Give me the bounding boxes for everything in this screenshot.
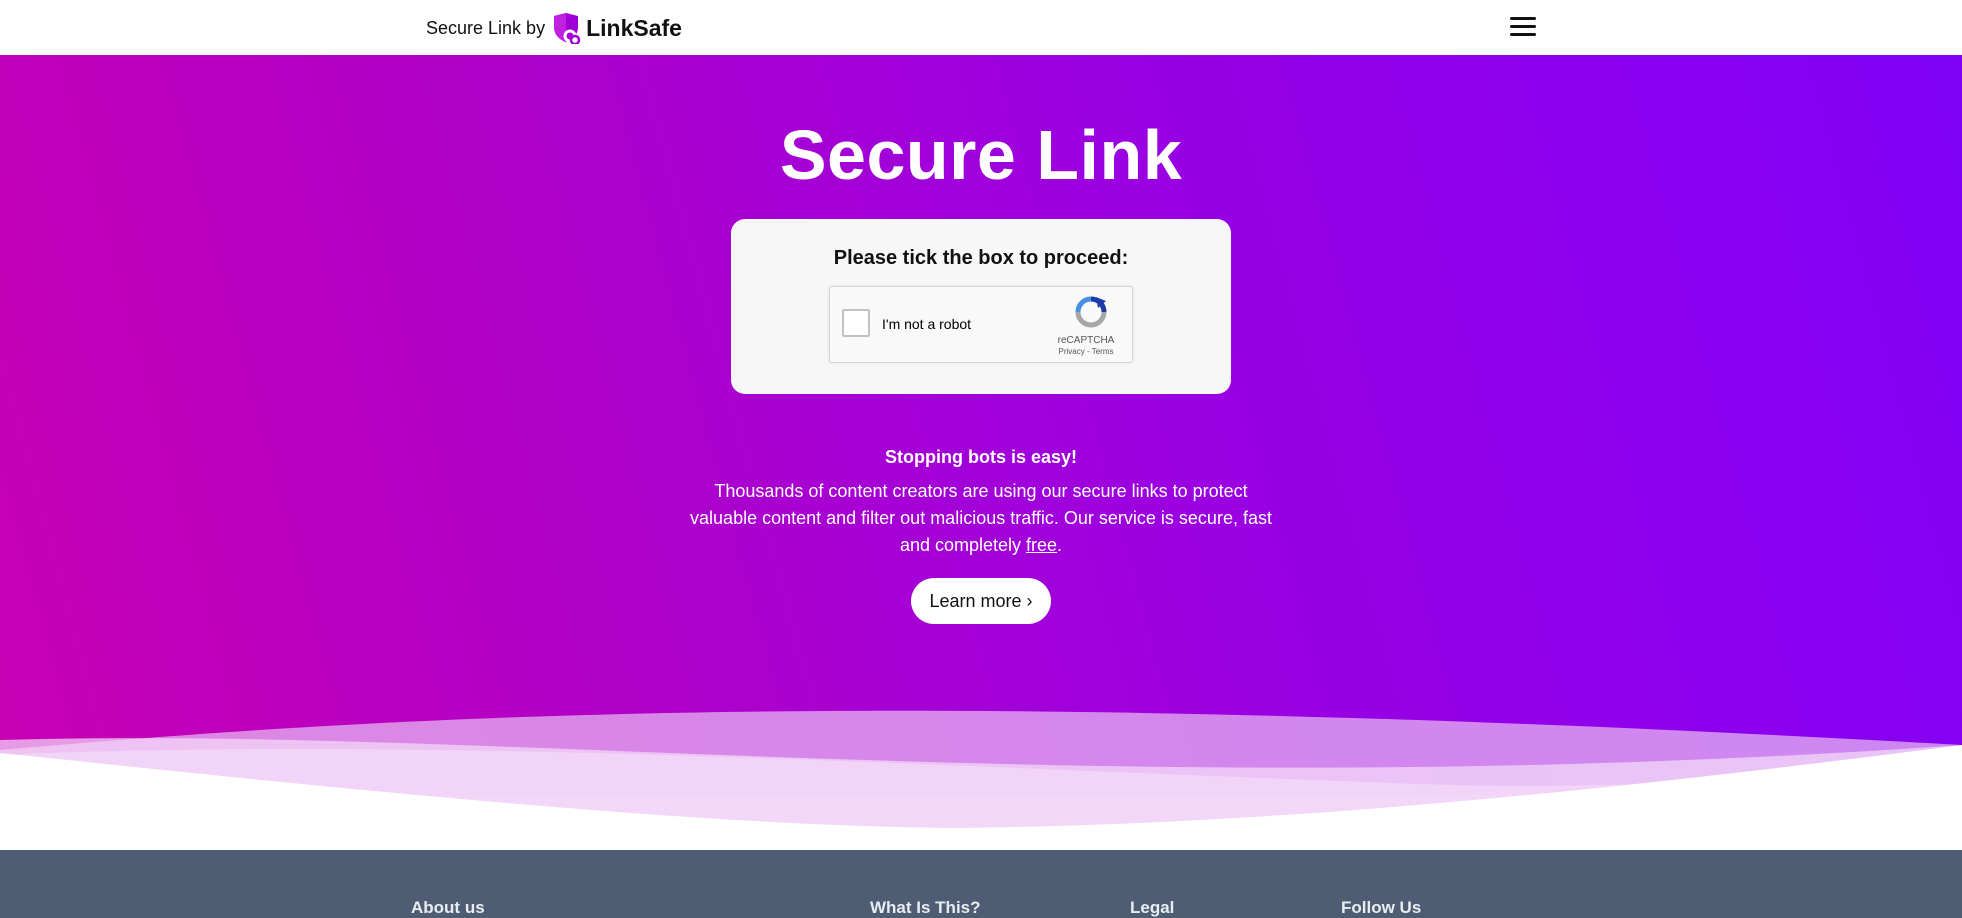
link-separator: - bbox=[1084, 347, 1092, 356]
wave-decoration bbox=[0, 710, 1962, 855]
brand-prefix: Secure Link by bbox=[426, 17, 546, 38]
not-robot-label: I'm not a robot bbox=[882, 316, 972, 332]
footer-heading-what: What Is This? bbox=[870, 898, 981, 917]
captcha-instruction: Please tick the box to proceed: bbox=[833, 247, 1129, 269]
description-end: . bbox=[1057, 535, 1063, 555]
footer-heading-legal: Legal bbox=[1130, 898, 1175, 917]
shield-link-logo-icon bbox=[554, 13, 581, 44]
description-text: Thousands of content creators are using … bbox=[680, 478, 1282, 559]
terms-link[interactable]: Terms bbox=[1092, 347, 1114, 356]
hamburger-menu-icon[interactable] bbox=[1510, 17, 1536, 37]
captcha-card: Please tick the box to proceed: I'm not … bbox=[731, 219, 1231, 394]
privacy-link[interactable]: Privacy bbox=[1059, 347, 1085, 356]
top-navbar: Secure Link by LinkSafe bbox=[0, 0, 1962, 55]
free-link[interactable]: free bbox=[1026, 535, 1057, 555]
brand-name: LinkSafe bbox=[586, 14, 682, 41]
recaptcha-widget: I'm not a robot reCAPTCHA Privacy - Term… bbox=[829, 286, 1133, 363]
recaptcha-brand: reCAPTCHA bbox=[1057, 335, 1115, 346]
page-title: Secure Link bbox=[779, 116, 1183, 194]
section-subtitle: Stopping bots is easy! bbox=[884, 447, 1078, 467]
recaptcha-logo-icon bbox=[1075, 296, 1107, 328]
learn-more-button[interactable]: Learn more › bbox=[911, 578, 1051, 624]
description-body: Thousands of content creators are using … bbox=[690, 481, 1272, 555]
recaptcha-links: Privacy - Terms bbox=[1040, 347, 1132, 356]
footer-heading-about: About us bbox=[411, 898, 485, 917]
not-robot-checkbox[interactable] bbox=[842, 309, 870, 337]
brand[interactable]: Secure Link by LinkSafe bbox=[426, 12, 682, 44]
footer-heading-follow: Follow Us bbox=[1341, 898, 1422, 917]
footer: About us What Is This? Legal Follow Us bbox=[0, 850, 1962, 918]
